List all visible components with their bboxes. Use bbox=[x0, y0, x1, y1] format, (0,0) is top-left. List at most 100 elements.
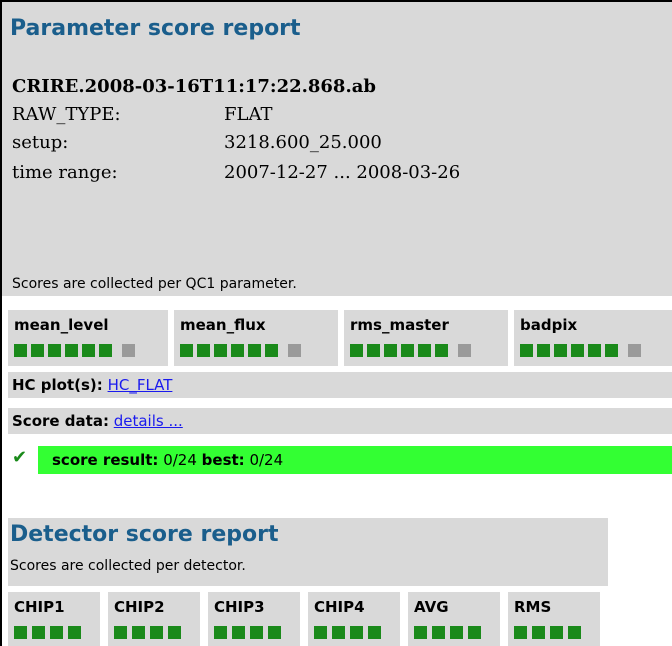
score-squares bbox=[214, 626, 286, 639]
score-na bbox=[458, 344, 471, 357]
detector-box-chip4[interactable]: CHIP4 bbox=[308, 592, 400, 646]
detector-box-chip1[interactable]: CHIP1 bbox=[8, 592, 100, 646]
score-result-fill: score result: 0/24 best: 0/24 bbox=[38, 446, 672, 474]
param-box-mean-level[interactable]: mean_level bbox=[8, 310, 168, 366]
score-pass bbox=[268, 626, 281, 639]
score-pass bbox=[265, 344, 278, 357]
detector-label: CHIP3 bbox=[214, 598, 265, 616]
score-pass bbox=[368, 626, 381, 639]
field-value: 3218.600_25.000 bbox=[224, 132, 382, 153]
score-result-bar: ✔ score result: 0/24 best: 0/24 bbox=[8, 446, 672, 474]
score-pass bbox=[384, 344, 397, 357]
score-pass bbox=[31, 344, 44, 357]
score-squares bbox=[180, 344, 305, 358]
score-pass bbox=[32, 626, 45, 639]
score-pass bbox=[414, 626, 427, 639]
score-pass bbox=[314, 626, 327, 639]
score-pass bbox=[537, 344, 550, 357]
score-pass bbox=[14, 626, 27, 639]
score-squares bbox=[350, 344, 475, 358]
score-pass bbox=[250, 626, 263, 639]
parameter-score-boxes: mean_level mean_flux rms_master badpix bbox=[8, 310, 672, 366]
score-data-content: Score data: details ... bbox=[12, 412, 183, 430]
score-pass bbox=[231, 344, 244, 357]
score-pass bbox=[14, 344, 27, 357]
field-value: 2007-12-27 ... 2008-03-26 bbox=[224, 162, 461, 183]
score-result-label: score result: bbox=[52, 451, 159, 469]
score-pass bbox=[214, 626, 227, 639]
best-value: 0/24 bbox=[249, 451, 284, 469]
hc-plots-label: HC plot(s): bbox=[12, 376, 103, 394]
detector-box-chip2[interactable]: CHIP2 bbox=[108, 592, 200, 646]
detector-box-avg[interactable]: AVG bbox=[408, 592, 500, 646]
param-label: mean_flux bbox=[180, 316, 266, 334]
score-result-text: score result: 0/24 best: 0/24 bbox=[52, 451, 283, 469]
score-squares bbox=[114, 626, 186, 639]
score-pass bbox=[214, 344, 227, 357]
detector-label: CHIP4 bbox=[314, 598, 365, 616]
detector-label: AVG bbox=[414, 598, 449, 616]
field-value: FLAT bbox=[224, 104, 273, 125]
score-data-label: Score data: bbox=[12, 412, 109, 430]
score-pass bbox=[50, 626, 63, 639]
score-pass bbox=[520, 344, 533, 357]
score-pass bbox=[197, 344, 210, 357]
parameter-report-panel: Parameter score report CRIRE.2008-03-16T… bbox=[2, 2, 672, 296]
score-pass bbox=[605, 344, 618, 357]
detector-box-chip3[interactable]: CHIP3 bbox=[208, 592, 300, 646]
score-squares bbox=[514, 626, 586, 639]
score-pass bbox=[248, 344, 261, 357]
score-pass bbox=[99, 344, 112, 357]
score-pass bbox=[150, 626, 163, 639]
best-label: best: bbox=[201, 451, 245, 469]
score-pass bbox=[401, 344, 414, 357]
score-result-value: 0/24 bbox=[163, 451, 197, 469]
detector-report-title: Detector score report bbox=[10, 522, 279, 547]
score-na bbox=[288, 344, 301, 357]
param-box-badpix[interactable]: badpix bbox=[514, 310, 672, 366]
score-pass bbox=[450, 626, 463, 639]
score-pass bbox=[48, 344, 61, 357]
score-pass bbox=[350, 344, 363, 357]
score-pass bbox=[588, 344, 601, 357]
score-pass bbox=[68, 626, 81, 639]
score-pass bbox=[168, 626, 181, 639]
score-details-link[interactable]: details ... bbox=[114, 412, 183, 430]
score-pass bbox=[332, 626, 345, 639]
checkmark-icon: ✔ bbox=[12, 447, 28, 468]
field-key: time range: bbox=[12, 162, 118, 183]
score-pass bbox=[532, 626, 545, 639]
score-pass bbox=[350, 626, 363, 639]
score-na bbox=[628, 344, 641, 357]
score-pass bbox=[432, 626, 445, 639]
field-key: setup: bbox=[12, 132, 69, 153]
score-na bbox=[122, 344, 135, 357]
score-pass bbox=[568, 626, 581, 639]
score-pass bbox=[114, 626, 127, 639]
score-pass bbox=[82, 344, 95, 357]
param-box-rms-master[interactable]: rms_master bbox=[344, 310, 508, 366]
score-pass bbox=[435, 344, 448, 357]
parameter-report-title: Parameter score report bbox=[10, 16, 301, 41]
report-id: CRIRE.2008-03-16T11:17:22.868.ab bbox=[12, 76, 376, 97]
score-pass bbox=[132, 626, 145, 639]
score-pass bbox=[65, 344, 78, 357]
score-pass bbox=[232, 626, 245, 639]
detector-note: Scores are collected per detector. bbox=[10, 558, 246, 574]
hc-flat-link[interactable]: HC_FLAT bbox=[108, 376, 173, 394]
parameter-note: Scores are collected per QC1 parameter. bbox=[12, 276, 297, 292]
detector-label: CHIP2 bbox=[114, 598, 165, 616]
detector-report-panel: Detector score report Scores are collect… bbox=[8, 518, 608, 586]
score-data-bar: Score data: details ... bbox=[8, 408, 672, 434]
score-pass bbox=[180, 344, 193, 357]
score-squares bbox=[14, 344, 139, 358]
param-label: badpix bbox=[520, 316, 578, 334]
hc-plots-content: HC plot(s): HC_FLAT bbox=[12, 376, 172, 394]
score-squares bbox=[520, 344, 645, 358]
param-label: rms_master bbox=[350, 316, 449, 334]
score-pass bbox=[418, 344, 431, 357]
field-key: RAW_TYPE: bbox=[12, 104, 121, 125]
detector-box-rms[interactable]: RMS bbox=[508, 592, 600, 646]
param-box-mean-flux[interactable]: mean_flux bbox=[174, 310, 338, 366]
detector-label: CHIP1 bbox=[14, 598, 65, 616]
